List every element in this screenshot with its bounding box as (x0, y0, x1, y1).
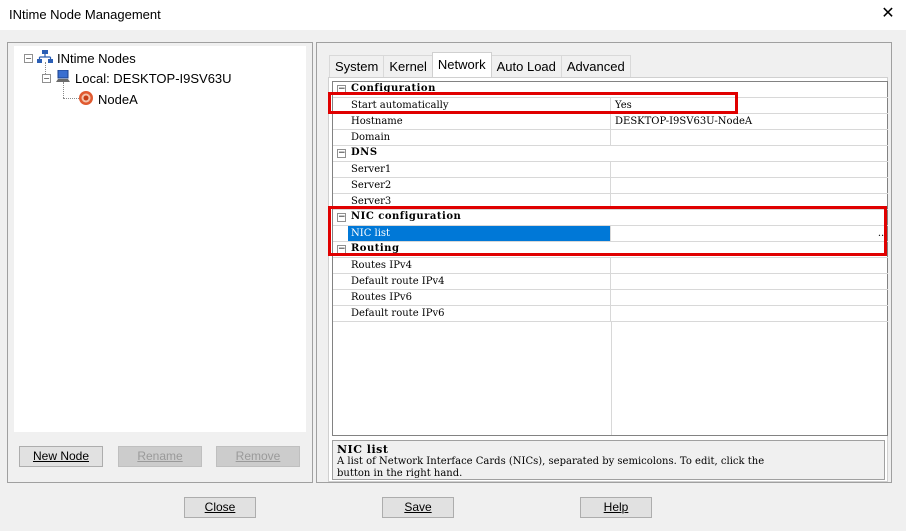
network-tab-page: − Configuration Start automatically Yes … (328, 77, 888, 482)
save-button[interactable]: Save (382, 497, 454, 518)
category-label: DNS (351, 147, 378, 158)
description-line: A list of Network Interface Cards (NICs)… (337, 456, 765, 467)
property-name: Hostname (348, 114, 611, 129)
description-title: NIC list (337, 443, 389, 456)
property-row-server2[interactable]: Server2 (333, 178, 888, 194)
close-button[interactable]: Close (184, 497, 256, 518)
description-line: button in the right hand. (337, 468, 463, 479)
remove-button[interactable]: Remove (216, 446, 300, 467)
collapse-icon[interactable]: − (337, 149, 346, 158)
node-tree: − INtime Nodes − Local: DESKTOP-I9SV63U (14, 46, 306, 432)
property-value[interactable] (612, 258, 888, 273)
tree-label-root: INtime Nodes (57, 50, 136, 66)
node-tree-panel: − INtime Nodes − Local: DESKTOP-I9SV63U (7, 42, 313, 483)
property-value[interactable]: DESKTOP-I9SV63U-NodeA (612, 114, 888, 129)
property-value[interactable] (612, 178, 888, 193)
tab-auto-load[interactable]: Auto Load (490, 55, 562, 77)
tab-system[interactable]: System (329, 55, 385, 77)
property-name: Routes IPv4 (348, 258, 611, 273)
window-title: INtime Node Management (9, 7, 161, 22)
property-grid[interactable]: − Configuration Start automatically Yes … (332, 81, 888, 436)
property-name: Routes IPv6 (348, 290, 611, 305)
close-icon[interactable]: ✕ (878, 4, 898, 24)
title-bar: INtime Node Management ✕ (0, 0, 906, 30)
highlight-nic-configuration (328, 206, 887, 256)
computer-icon (55, 69, 71, 87)
node-icon (78, 90, 94, 109)
tree-item-nodea[interactable]: NodeA (78, 89, 138, 109)
category-dns[interactable]: − DNS (333, 146, 888, 162)
save-label: Save (404, 500, 432, 514)
tree-item-local[interactable]: − Local: DESKTOP-I9SV63U (42, 68, 232, 88)
help-button[interactable]: Help (580, 497, 652, 518)
network-nodes-icon (37, 49, 53, 67)
property-row-default-route-ipv6[interactable]: Default route IPv6 (333, 306, 888, 322)
rename-button[interactable]: Rename (118, 446, 202, 467)
property-name: Server1 (348, 162, 611, 177)
property-name: Default route IPv6 (348, 306, 611, 321)
settings-tabs: System Kernel Network Auto Load Advanced (329, 52, 631, 77)
tree-label-local: Local: DESKTOP-I9SV63U (75, 70, 232, 86)
property-row-server1[interactable]: Server1 (333, 162, 888, 178)
close-label: Close (204, 500, 236, 514)
help-label: Help (603, 500, 629, 514)
property-name: Default route IPv4 (348, 274, 611, 289)
collapse-icon[interactable]: − (42, 73, 51, 83)
property-row-routes-ipv4[interactable]: Routes IPv4 (333, 258, 888, 274)
property-name: Domain (348, 130, 611, 145)
new-node-button[interactable]: New Node (19, 446, 103, 467)
tab-kernel[interactable]: Kernel (383, 55, 433, 77)
property-value[interactable] (612, 274, 888, 289)
property-value[interactable] (612, 290, 888, 305)
property-description: NIC list A list of Network Interface Car… (332, 440, 885, 480)
rename-label: Rename (137, 449, 183, 463)
highlight-start-automatically (328, 92, 738, 114)
tree-label-node: NodeA (98, 91, 138, 107)
property-value[interactable] (612, 306, 888, 321)
property-row-hostname[interactable]: Hostname DESKTOP-I9SV63U-NodeA (333, 114, 888, 130)
remove-label: Remove (235, 449, 281, 463)
property-value[interactable] (612, 162, 888, 177)
property-row-routes-ipv6[interactable]: Routes IPv6 (333, 290, 888, 306)
tab-network[interactable]: Network (431, 52, 492, 77)
property-row-default-route-ipv4[interactable]: Default route IPv4 (333, 274, 888, 290)
property-row-domain[interactable]: Domain (333, 130, 888, 146)
new-node-label: New Node (32, 449, 90, 463)
property-value[interactable] (612, 130, 888, 145)
tab-advanced[interactable]: Advanced (560, 55, 631, 77)
property-name: Server2 (348, 178, 611, 193)
collapse-icon[interactable]: − (24, 53, 33, 63)
tree-item-intime-nodes[interactable]: − INtime Nodes (24, 48, 136, 68)
